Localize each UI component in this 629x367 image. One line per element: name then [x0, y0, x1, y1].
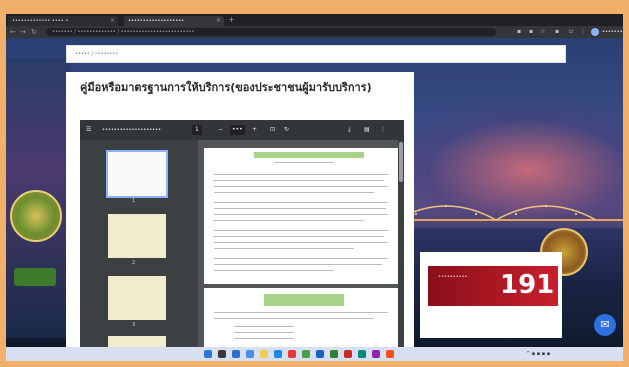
pdf-file-name: •••••••••••••••••••••	[102, 127, 162, 133]
start-icon[interactable]	[204, 350, 212, 358]
text-line	[214, 258, 388, 259]
text-line	[214, 180, 384, 181]
extension-icon[interactable]: ▪	[528, 28, 534, 35]
sidepanel-icon[interactable]: ▫	[568, 28, 574, 35]
text-line	[214, 208, 386, 209]
frame-top	[0, 0, 629, 14]
pdf-thumbnail[interactable]	[108, 214, 166, 258]
widgets-icon[interactable]	[246, 350, 254, 358]
thumbnail-number: 1	[132, 198, 136, 204]
menu-icon[interactable]: ☰	[86, 125, 91, 135]
frame-bottom	[0, 361, 629, 367]
star-icon[interactable]: ☆	[540, 28, 546, 35]
text-line	[274, 162, 334, 163]
menu-icon[interactable]: ⋮	[580, 28, 586, 35]
profile-avatar[interactable]	[591, 28, 599, 36]
browser-tab-1[interactable]: ••••••••••••• •••• • ×	[8, 16, 118, 26]
text-line	[234, 332, 294, 333]
hotline-number: 191	[500, 270, 555, 300]
pdf-page	[204, 148, 398, 284]
text-line	[214, 174, 388, 175]
text-line	[214, 270, 334, 271]
text-line	[234, 338, 294, 339]
pdf-thumbnail-sidebar: 1 2 3	[80, 140, 198, 347]
zoom-level[interactable]: •••	[230, 125, 245, 135]
search-icon[interactable]	[218, 350, 226, 358]
chrome-icon[interactable]	[302, 350, 310, 358]
text-line	[234, 326, 294, 327]
browser-tab-2[interactable]: ••••••••••••••••••• ×	[124, 16, 224, 26]
text-line	[214, 220, 364, 221]
close-icon[interactable]: ×	[216, 16, 221, 26]
frame-right	[623, 0, 629, 367]
extension-icon[interactable]: ▪	[516, 28, 522, 35]
pdf-viewer[interactable]: ☰ ••••••••••••••••••••• 1 − ••• + ⊡ ↻ ⤓ …	[80, 120, 404, 347]
new-tab-icon[interactable]: +	[228, 15, 235, 24]
pdf-scrollbar-thumb[interactable]	[399, 142, 403, 182]
pdf-thumbnail[interactable]	[108, 336, 166, 347]
text-line	[214, 264, 382, 265]
download-icon[interactable]: ⤓	[348, 125, 351, 135]
app-icon[interactable]	[386, 350, 394, 358]
text-line	[214, 186, 388, 187]
pdf-thumbnail[interactable]	[108, 276, 166, 320]
frame-left	[0, 0, 6, 367]
text-line	[214, 312, 388, 313]
bridge-illustration	[386, 205, 623, 221]
edge-icon[interactable]	[274, 350, 282, 358]
pdf-toolbar: ☰ ••••••••••••••••••••• 1 − ••• + ⊡ ↻ ⤓ …	[80, 120, 404, 140]
text-line	[214, 202, 388, 203]
text-line	[214, 230, 388, 231]
text-line	[214, 242, 388, 243]
reload-icon[interactable]: ↻	[31, 28, 37, 36]
browser-tab-bar: ••••••••••••• •••• • × •••••••••••••••••…	[6, 14, 623, 26]
text-line	[214, 236, 384, 237]
profile-label: •••••••	[602, 29, 623, 35]
pdf-page	[204, 288, 398, 347]
tab-label: •••••••••••••••••••	[128, 18, 185, 24]
chat-icon[interactable]: ✉	[594, 314, 616, 336]
page-title: คู่มือหรือมาตรฐานการให้บริการ(ของประชาชน…	[80, 81, 372, 94]
pdf-thumbnail[interactable]	[106, 150, 168, 198]
excel-icon[interactable]	[330, 350, 338, 358]
fit-page-icon[interactable]: ⊡	[270, 125, 275, 135]
thumbnail-number: 3	[132, 322, 136, 328]
app-icon[interactable]	[288, 350, 296, 358]
close-icon[interactable]: ×	[110, 16, 115, 26]
zoom-in-icon[interactable]: +	[252, 125, 257, 135]
text-line	[214, 248, 354, 249]
browser-address-bar: ← → ↻ ••••••• / ••••••••••••• / ••••••••…	[6, 26, 623, 38]
zoom-out-icon[interactable]: −	[218, 125, 223, 135]
thumbnail-number: 2	[132, 260, 136, 266]
system-tray[interactable]: ^ ▪ ▪ ▪ ▪	[526, 350, 550, 358]
pdf-page-header	[254, 152, 364, 158]
breadcrumb-bar: ••••• / ••••••••	[66, 45, 566, 63]
text-line	[214, 214, 388, 215]
pdf-page-header	[264, 294, 344, 306]
app-icon[interactable]	[344, 350, 352, 358]
os-taskbar: ^ ▪ ▪ ▪ ▪	[6, 347, 623, 361]
app-icon[interactable]	[372, 350, 380, 358]
seal-banner-left	[14, 268, 56, 286]
file-explorer-icon[interactable]	[260, 350, 268, 358]
seal-emblem-left	[10, 190, 62, 242]
screenshot-frame: ••••••••••••• •••• • × •••••••••••••••••…	[0, 0, 629, 367]
task-view-icon[interactable]	[232, 350, 240, 358]
back-arrow-icon[interactable]: ←	[10, 28, 16, 36]
word-icon[interactable]	[316, 350, 324, 358]
page-number-input[interactable]: 1	[192, 125, 202, 135]
url-input[interactable]: ••••••• / ••••••••••••• / ••••••••••••••…	[46, 28, 496, 36]
extension-icon[interactable]: ▪	[554, 28, 560, 35]
print-icon[interactable]: ▤	[364, 125, 370, 135]
app-icon[interactable]	[358, 350, 366, 358]
text-line	[214, 192, 374, 193]
hotline-label: ••••••••••	[438, 274, 468, 280]
tab-label: ••••••••••••• •••• •	[12, 18, 69, 24]
rotate-icon[interactable]: ↻	[284, 125, 289, 135]
more-icon[interactable]: ⋮	[380, 125, 386, 135]
text-line	[214, 318, 374, 319]
forward-arrow-icon[interactable]: →	[20, 28, 26, 36]
